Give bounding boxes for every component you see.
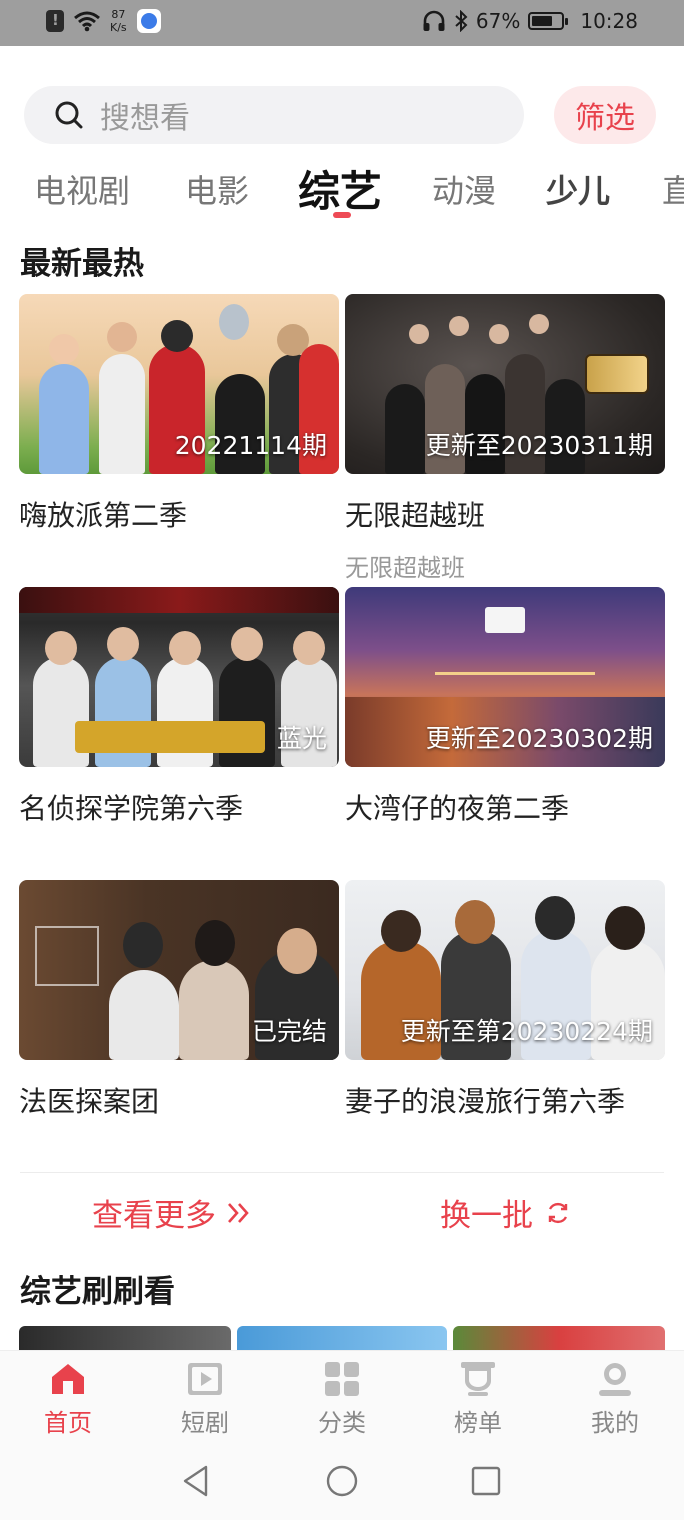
battery-icon (528, 12, 569, 30)
show-thumbnail[interactable]: 更新至第20230224期 (345, 880, 665, 1060)
search-placeholder: 搜想看 (100, 101, 190, 136)
show-title: 无限超越班 (345, 499, 486, 532)
view-more-button[interactable]: 查看更多 (92, 1190, 252, 1235)
nav-home[interactable]: 首页 (18, 1359, 118, 1438)
show-card[interactable]: 20221114期 嗨放派第二季 (19, 294, 339, 534)
play-icon (188, 1363, 222, 1395)
show-thumbnail[interactable]: 更新至20230302期 (345, 587, 665, 767)
nav-profile-label: 我的 (591, 1409, 639, 1437)
show-card[interactable]: 已完结 法医探案团 (19, 880, 339, 1120)
nav-categories[interactable]: 分类 (292, 1359, 392, 1438)
show-card[interactable]: 更新至第20230224期 妻子的浪漫旅行第六季 (345, 880, 665, 1120)
net-speed-unit: K/s (110, 21, 127, 34)
grid-icon (325, 1362, 359, 1396)
show-card[interactable]: 更新至20230311期 无限超越班 无限超越班 (345, 294, 665, 583)
profile-icon (599, 1363, 631, 1396)
tab-tv-series[interactable]: 电视剧 (34, 166, 130, 212)
search-bar[interactable]: 搜想看 (24, 86, 524, 144)
refresh-icon (548, 1202, 568, 1223)
headphones-icon (423, 10, 445, 31)
wifi-icon (74, 11, 100, 32)
app-notification-icon (136, 9, 161, 33)
show-title: 嗨放派第二季 (19, 499, 188, 532)
nav-profile[interactable]: 我的 (565, 1359, 665, 1438)
bottom-nav: 首页 短剧 分类 榜单 我的 (0, 1350, 684, 1446)
category-tabs: 电视剧 电影 综艺 动漫 少儿 直 (0, 158, 684, 224)
show-logo (585, 354, 649, 394)
net-speed-value: 87 (111, 8, 126, 21)
status-right: 67% 10:28 (422, 9, 638, 33)
divider (20, 1172, 664, 1173)
clock: 10:28 (580, 9, 638, 33)
nav-short-drama-label: 短剧 (181, 1409, 229, 1437)
view-more-label: 查看更多 (92, 1198, 216, 1234)
status-badge: 已完结 (251, 1017, 327, 1046)
nav-home-label: 首页 (44, 1409, 92, 1437)
section-title-latest-hot: 最新最热 (20, 246, 144, 282)
nav-categories-label: 分类 (318, 1409, 366, 1437)
show-title: 法医探案团 (19, 1085, 160, 1118)
show-title: 名侦探学院第六季 (19, 792, 244, 825)
battery-percent: 67% (475, 9, 521, 33)
episode-badge: 更新至第20230224期 (400, 1017, 653, 1046)
home-icon (52, 1364, 84, 1394)
refresh-batch-label: 换一批 (440, 1198, 533, 1234)
double-chevron-right-icon (228, 1202, 249, 1223)
refresh-batch-button[interactable]: 换一批 (440, 1190, 571, 1235)
episode-badge: 20221114期 (174, 431, 327, 460)
sponsor-logo (485, 607, 525, 633)
show-card[interactable]: 蓝光 名侦探学院第六季 (19, 587, 339, 827)
show-card[interactable]: 更新至20230302期 大湾仔的夜第二季 (345, 587, 665, 827)
home-circle-icon[interactable] (326, 1464, 358, 1498)
episode-badge: 更新至20230302期 (425, 724, 653, 753)
nav-short-drama[interactable]: 短剧 (155, 1359, 255, 1438)
episode-badge: 更新至20230311期 (425, 431, 653, 460)
show-title: 妻子的浪漫旅行第六季 (345, 1085, 626, 1118)
nav-ranking[interactable]: 榜单 (428, 1359, 528, 1438)
tab-movies[interactable]: 电影 (185, 166, 249, 212)
tab-variety[interactable]: 综艺 (298, 158, 382, 219)
status-left: 87 K/s (46, 8, 161, 34)
search-icon (55, 101, 83, 129)
tab-live[interactable]: 直 (662, 166, 684, 212)
show-thumbnail[interactable]: 蓝光 (19, 587, 339, 767)
ranking-icon (461, 1362, 495, 1396)
bluetooth-icon (455, 10, 468, 32)
tab-kids[interactable]: 少儿 (546, 166, 610, 212)
active-tab-indicator (333, 212, 351, 218)
notification-icon (46, 10, 64, 32)
show-title: 大湾仔的夜第二季 (345, 792, 570, 825)
recents-icon[interactable] (470, 1464, 502, 1498)
show-thumbnail[interactable]: 20221114期 (19, 294, 339, 474)
network-speed: 87 K/s (110, 8, 127, 34)
show-thumbnail[interactable]: 更新至20230311期 (345, 294, 665, 474)
back-icon[interactable] (180, 1464, 212, 1498)
section-title-variety-shorts: 综艺刷刷看 (20, 1274, 175, 1310)
show-subtitle: 无限超越班 (345, 554, 465, 582)
quality-badge: 蓝光 (276, 724, 327, 753)
filter-button[interactable]: 筛选 (554, 86, 656, 144)
show-thumbnail[interactable]: 已完结 (19, 880, 339, 1060)
status-bar: 87 K/s 67% 10:28 (0, 0, 684, 46)
system-navigation-bar (0, 1446, 684, 1520)
tab-anime[interactable]: 动漫 (432, 166, 496, 212)
nav-ranking-label: 榜单 (454, 1409, 502, 1437)
